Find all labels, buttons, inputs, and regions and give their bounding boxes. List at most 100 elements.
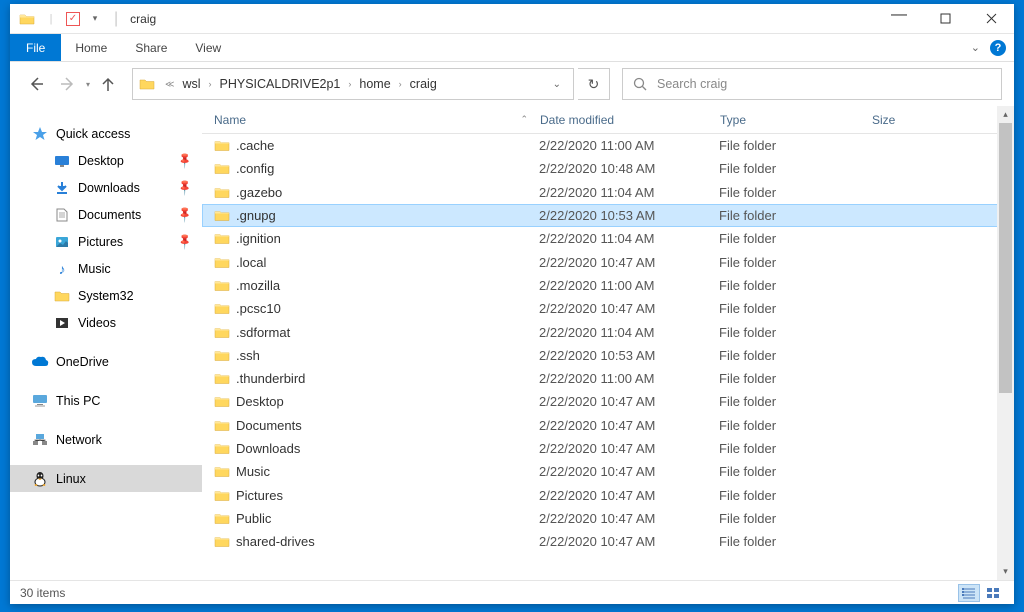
file-name: .ignition — [236, 231, 539, 246]
details-view-button[interactable] — [958, 584, 980, 602]
table-row[interactable]: .mozilla2/22/2020 11:00 AMFile folder — [202, 274, 1014, 297]
file-date: 2/22/2020 10:53 AM — [539, 348, 719, 363]
pin-icon: 📌 — [176, 232, 195, 251]
file-type: File folder — [719, 441, 871, 456]
chevron-right-icon[interactable]: › — [344, 79, 355, 89]
up-button[interactable] — [94, 70, 122, 98]
chevron-right-icon[interactable]: › — [205, 79, 216, 89]
table-row[interactable]: .sdformat2/22/2020 11:04 AMFile folder — [202, 320, 1014, 343]
minimize-button[interactable]: — — [876, 4, 922, 34]
tab-view[interactable]: View — [181, 34, 235, 61]
help-icon[interactable]: ? — [990, 40, 1006, 56]
table-row[interactable]: .pcsc102/22/2020 10:47 AMFile folder — [202, 297, 1014, 320]
file-type: File folder — [719, 371, 871, 386]
file-rows[interactable]: .cache2/22/2020 11:00 AMFile folder.conf… — [202, 134, 1014, 580]
scroll-thumb[interactable] — [999, 123, 1012, 393]
tab-share[interactable]: Share — [121, 34, 181, 61]
table-row[interactable]: .local2/22/2020 10:47 AMFile folder — [202, 250, 1014, 273]
file-type: File folder — [719, 394, 871, 409]
qat-dropdown-icon[interactable]: ▾ — [86, 10, 104, 28]
scroll-up-icon[interactable]: ▴ — [997, 106, 1014, 123]
file-name: .pcsc10 — [236, 301, 539, 316]
file-date: 2/22/2020 11:04 AM — [539, 185, 719, 200]
table-row[interactable]: .gnupg2/22/2020 10:53 AMFile folder — [202, 204, 1014, 227]
nav-network[interactable]: Network — [10, 426, 202, 453]
nav-linux[interactable]: Linux — [10, 465, 202, 492]
folder-icon — [214, 256, 236, 269]
search-input[interactable]: Search craig — [622, 68, 1002, 100]
ribbon-expand-icon[interactable]: ⌄ — [971, 41, 980, 54]
nav-downloads[interactable]: Downloads 📌 — [10, 174, 202, 201]
column-date[interactable]: Date modified — [540, 113, 720, 127]
folder-icon — [214, 279, 236, 292]
file-date: 2/22/2020 11:04 AM — [539, 231, 719, 246]
breadcrumb-craig[interactable]: craig — [408, 77, 439, 91]
nav-onedrive[interactable]: OneDrive — [10, 348, 202, 375]
folder-icon — [214, 489, 236, 502]
address-bar[interactable]: ≪ wsl › PHYSICALDRIVE2p1 › home › craig … — [132, 68, 574, 100]
column-type[interactable]: Type — [720, 113, 872, 127]
file-date: 2/22/2020 10:47 AM — [539, 511, 719, 526]
file-name: .config — [236, 161, 539, 176]
table-row[interactable]: Pictures2/22/2020 10:47 AMFile folder — [202, 483, 1014, 506]
nav-videos[interactable]: Videos — [10, 309, 202, 336]
nav-documents[interactable]: Documents 📌 — [10, 201, 202, 228]
folder-icon — [214, 372, 236, 385]
file-name: .local — [236, 255, 539, 270]
nav-desktop[interactable]: Desktop 📌 — [10, 147, 202, 174]
title-separator: | — [114, 10, 118, 28]
breadcrumb-wsl[interactable]: wsl — [180, 77, 202, 91]
file-type: File folder — [719, 231, 871, 246]
chevron-left-icon[interactable]: ≪ — [161, 79, 178, 90]
navigation-pane[interactable]: Quick access Desktop 📌 Downloads 📌 — [10, 106, 202, 580]
folder-icon — [214, 232, 236, 245]
pin-icon: 📌 — [176, 205, 195, 224]
breadcrumb-drive[interactable]: PHYSICALDRIVE2p1 — [218, 77, 343, 91]
folder-icon — [18, 10, 36, 28]
file-type: File folder — [719, 138, 871, 153]
close-button[interactable] — [968, 4, 1014, 34]
maximize-button[interactable] — [922, 4, 968, 34]
file-date: 2/22/2020 10:47 AM — [539, 441, 719, 456]
table-row[interactable]: .thunderbird2/22/2020 11:00 AMFile folde… — [202, 367, 1014, 390]
nav-quick-access[interactable]: Quick access — [10, 120, 202, 147]
vertical-scrollbar[interactable]: ▴ ▾ — [997, 106, 1014, 580]
tab-file[interactable]: File — [10, 34, 61, 61]
nav-system32[interactable]: System32 — [10, 282, 202, 309]
address-dropdown-icon[interactable]: ⌄ — [547, 79, 567, 90]
folder-icon — [214, 395, 236, 408]
nav-label: Quick access — [56, 127, 130, 141]
table-row[interactable]: .cache2/22/2020 11:00 AMFile folder — [202, 134, 1014, 157]
nav-this-pc[interactable]: This PC — [10, 387, 202, 414]
nav-label: Videos — [78, 316, 116, 330]
properties-icon[interactable]: ✓ — [66, 12, 80, 26]
refresh-button[interactable]: ↻ — [578, 68, 610, 100]
history-dropdown-icon[interactable]: ▾ — [86, 80, 90, 89]
table-row[interactable]: .ignition2/22/2020 11:04 AMFile folder — [202, 227, 1014, 250]
table-row[interactable]: Documents2/22/2020 10:47 AMFile folder — [202, 414, 1014, 437]
file-type: File folder — [719, 464, 871, 479]
table-row[interactable]: Music2/22/2020 10:47 AMFile folder — [202, 460, 1014, 483]
table-row[interactable]: Desktop2/22/2020 10:47 AMFile folder — [202, 390, 1014, 413]
scroll-down-icon[interactable]: ▾ — [997, 563, 1014, 580]
chevron-right-icon[interactable]: › — [395, 79, 406, 89]
table-row[interactable]: Downloads2/22/2020 10:47 AMFile folder — [202, 437, 1014, 460]
back-button[interactable] — [22, 70, 50, 98]
tab-home[interactable]: Home — [61, 34, 121, 61]
file-type: File folder — [719, 185, 871, 200]
column-name[interactable]: Name ⌃ — [214, 113, 540, 127]
large-icons-view-button[interactable] — [982, 584, 1004, 602]
table-row[interactable]: .config2/22/2020 10:48 AMFile folder — [202, 157, 1014, 180]
file-date: 2/22/2020 10:53 AM — [539, 208, 719, 223]
folder-icon — [214, 535, 236, 548]
forward-button[interactable] — [54, 70, 82, 98]
table-row[interactable]: Public2/22/2020 10:47 AMFile folder — [202, 507, 1014, 530]
nav-music[interactable]: ♪ Music — [10, 255, 202, 282]
nav-pictures[interactable]: Pictures 📌 — [10, 228, 202, 255]
table-row[interactable]: .ssh2/22/2020 10:53 AMFile folder — [202, 344, 1014, 367]
table-row[interactable]: shared-drives2/22/2020 10:47 AMFile fold… — [202, 530, 1014, 553]
nav-label: System32 — [78, 289, 134, 303]
breadcrumb-home[interactable]: home — [357, 77, 392, 91]
table-row[interactable]: .gazebo2/22/2020 11:04 AMFile folder — [202, 181, 1014, 204]
column-size[interactable]: Size — [872, 113, 952, 127]
